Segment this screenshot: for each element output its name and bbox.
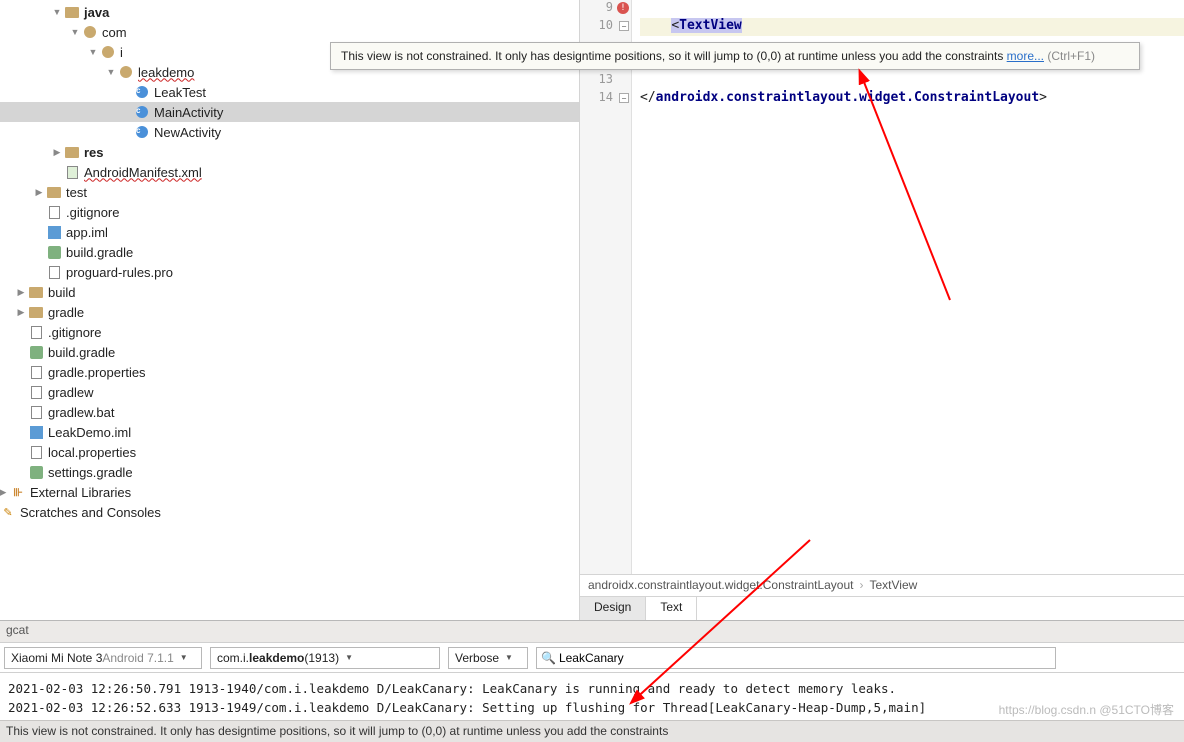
breadcrumb-item[interactable]: androidx.constraintlayout.widget.Constra… <box>588 578 854 592</box>
search-icon: 🔍 <box>541 651 556 665</box>
fold-icon[interactable]: − <box>619 93 629 103</box>
tree-node-buildgradle2[interactable]: build.gradle <box>0 342 579 362</box>
breadcrumb[interactable]: androidx.constraintlayout.widget.Constra… <box>580 574 1184 596</box>
tree-node-localprops[interactable]: local.properties <box>0 442 579 462</box>
line-number: 10 <box>599 18 613 32</box>
editor-code[interactable]: <TextView </androidx.constraintlayout.wi… <box>632 0 1184 574</box>
tree-node-manifest[interactable]: AndroidManifest.xml <box>0 162 579 182</box>
project-tree[interactable]: java com i leakdemo cLeakTest cMainActiv… <box>0 0 580 620</box>
fold-icon[interactable]: − <box>619 21 629 31</box>
tree-node-proguard[interactable]: proguard-rules.pro <box>0 262 579 282</box>
tree-node-gradleprops[interactable]: gradle.properties <box>0 362 579 382</box>
tree-node-test[interactable]: test <box>0 182 579 202</box>
logcat-search[interactable]: 🔍 <box>536 647 1056 669</box>
watermark: https://blog.csdn.n @51CTO博客 <box>999 701 1174 718</box>
tab-text[interactable]: Text <box>646 597 697 620</box>
logcat-toolbar: Xiaomi Mi Note 3 Android 7.1.1▼ com.i.le… <box>0 643 1184 673</box>
tree-node-scratches[interactable]: ✎Scratches and Consoles <box>0 502 579 522</box>
tree-node-com[interactable]: com <box>0 22 579 42</box>
tooltip-shortcut: (Ctrl+F1) <box>1044 49 1095 63</box>
device-dropdown[interactable]: Xiaomi Mi Note 3 Android 7.1.1▼ <box>4 647 202 669</box>
log-line[interactable]: 2021-02-03 12:26:50.791 1913-1940/com.i.… <box>8 679 1176 698</box>
process-dropdown[interactable]: com.i.leakdemo (1913)▼ <box>210 647 440 669</box>
tree-node-external-libraries[interactable]: ⊪External Libraries <box>0 482 579 502</box>
tree-node-leakdemoiml[interactable]: LeakDemo.iml <box>0 422 579 442</box>
tree-node-res[interactable]: res <box>0 142 579 162</box>
chevron-down-icon: ▼ <box>505 653 513 662</box>
log-level-dropdown[interactable]: Verbose▼ <box>448 647 528 669</box>
tree-node-gradle[interactable]: gradle <box>0 302 579 322</box>
tab-design[interactable]: Design <box>580 597 646 620</box>
line-number: 9 <box>606 0 613 14</box>
tooltip-more-link[interactable]: more... <box>1007 49 1044 63</box>
logcat-title: gcat <box>0 621 1184 643</box>
line-number: 13 <box>599 72 613 86</box>
tree-node-java[interactable]: java <box>0 2 579 22</box>
chevron-down-icon: ▼ <box>345 653 353 662</box>
tree-node-leaktest[interactable]: cLeakTest <box>0 82 579 102</box>
inspection-tooltip: This view is not constrained. It only ha… <box>330 42 1140 70</box>
tree-node-gradlew[interactable]: gradlew <box>0 382 579 402</box>
status-bar: This view is not constrained. It only ha… <box>0 720 1184 742</box>
line-number: 14 <box>599 90 613 104</box>
tree-node-build[interactable]: build <box>0 282 579 302</box>
tree-node-buildgradle[interactable]: build.gradle <box>0 242 579 262</box>
tree-node-mainactivity[interactable]: cMainActivity <box>0 102 579 122</box>
breadcrumb-item[interactable]: TextView <box>870 578 918 592</box>
tree-node-gitignore2[interactable]: .gitignore <box>0 322 579 342</box>
tree-node-newactivity[interactable]: cNewActivity <box>0 122 579 142</box>
tree-node-gradlewbat[interactable]: gradlew.bat <box>0 402 579 422</box>
editor-tabs: Design Text <box>580 596 1184 620</box>
chevron-right-icon: › <box>860 578 864 592</box>
editor-gutter[interactable]: 9! 10− 13 14− <box>580 0 632 574</box>
editor-panel: 9! 10− 13 14− <TextView </androidx.const… <box>580 0 1184 620</box>
logcat-search-input[interactable] <box>559 651 1051 665</box>
chevron-down-icon: ▼ <box>180 653 188 662</box>
tree-node-appiml[interactable]: app.iml <box>0 222 579 242</box>
tree-node-settingsgradle[interactable]: settings.gradle <box>0 462 579 482</box>
error-icon[interactable]: ! <box>617 2 629 14</box>
tree-node-gitignore[interactable]: .gitignore <box>0 202 579 222</box>
tooltip-text: This view is not constrained. It only ha… <box>341 49 1007 63</box>
